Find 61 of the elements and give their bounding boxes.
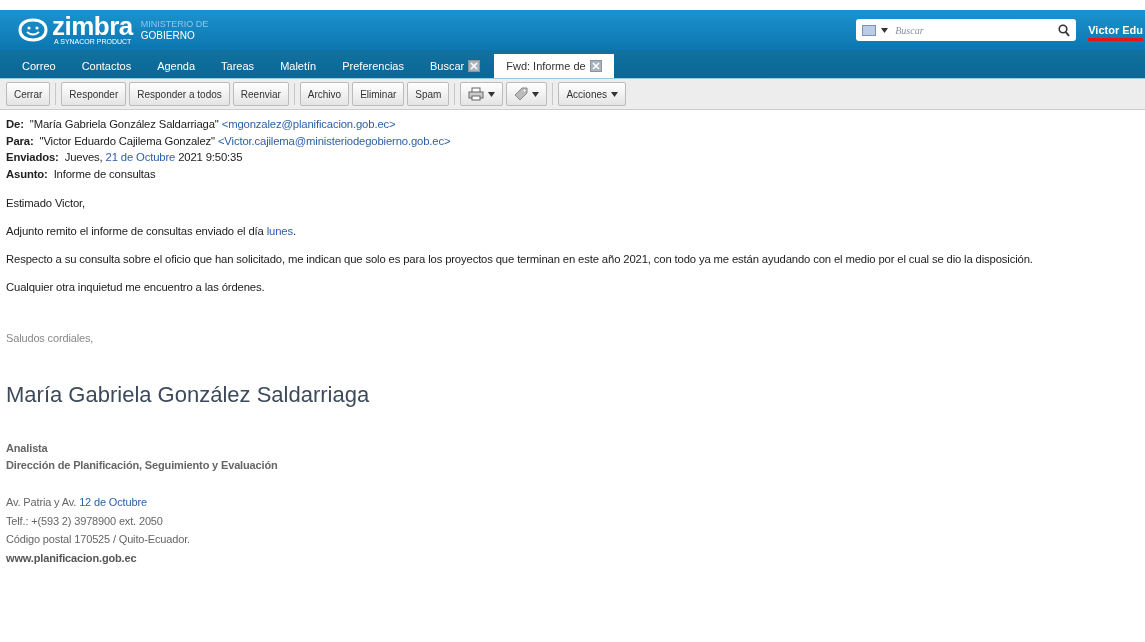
toolbar-button[interactable]: Responder	[61, 82, 127, 106]
close-icon[interactable]	[468, 60, 481, 72]
smiley-logo-icon	[18, 18, 48, 42]
close-icon[interactable]	[589, 60, 602, 72]
header-label: Para:	[6, 134, 34, 147]
dropdown-caret-icon	[881, 27, 889, 33]
toolbar-button[interactable]: Archivo	[299, 82, 350, 106]
app-tab[interactable]: Preferencias	[330, 54, 416, 78]
body-text: Cualquier otra inquietud me encuentro a las órdenes.	[6, 281, 265, 293]
website-link[interactable]: www.planificacion.gob.ec	[6, 548, 1141, 567]
user-name[interactable]: Victor Edu	[1088, 24, 1143, 41]
app-tab[interactable]: Contactos	[69, 54, 144, 78]
toolbar-button[interactable]: Responder a todos	[129, 82, 230, 106]
app-tab[interactable]: Correo	[10, 54, 68, 78]
address-link[interactable]: 12 de Octubre	[79, 496, 147, 508]
toolbar-button[interactable]: Spam	[407, 82, 450, 106]
app-tab[interactable]: Buscar	[417, 54, 493, 78]
search-field[interactable]: Buscar	[856, 19, 1077, 41]
app-tab[interactable]: Fwd: Informe de	[494, 54, 614, 78]
body-text: .	[292, 225, 296, 237]
header-value: Jueves,	[64, 151, 103, 163]
app-tab[interactable]: Tareas	[209, 54, 267, 78]
caret-icon	[488, 91, 496, 97]
tag-icon	[514, 87, 529, 101]
signature-title: Analista	[6, 442, 49, 454]
toolbar-button[interactable]: Eliminar	[352, 82, 405, 106]
body-link[interactable]: lunes	[266, 225, 293, 237]
organization-name: GOBIERNO	[140, 29, 196, 42]
body-text: Estimado Victor,	[6, 197, 86, 209]
header-link[interactable]: <Victor.cajilema@ministeriodegobierno.gob.ec>	[217, 134, 451, 147]
header-value: 2021 9:50:35	[178, 151, 243, 163]
caret-icon	[532, 91, 540, 97]
search-icon	[1058, 23, 1071, 37]
mail-type-icon	[862, 24, 877, 36]
address-text: Código postal 170525 / Quito-Ecuador.	[6, 533, 191, 545]
header-link[interactable]: <mgonzalez@planificacion.gob.ec>	[221, 118, 396, 130]
print-menu-button[interactable]	[460, 82, 504, 106]
address-text: Av. Patria y Av.	[6, 496, 77, 508]
body-text: Respecto a su consulta sobre el oficio que han solicitado, me indican que solo es para los proyectos que terminan en este año 2021, con todo ya me están ayudando con el medio por el cual se dio la disposición.	[6, 253, 1033, 265]
organization-label: MINISTERIO DE	[140, 18, 209, 30]
header-value: "Victor Eduardo Cajilema Gonzalez"	[39, 134, 215, 147]
actions-menu-button[interactable]: Acciones	[558, 82, 626, 106]
body-text: Adjunto remito el informe de consultas enviado el día	[6, 225, 264, 237]
tag-menu-button[interactable]	[506, 82, 548, 106]
header-label: De:	[6, 118, 24, 130]
app-tab[interactable]: Agenda	[145, 54, 208, 78]
app-tab[interactable]: Maletín	[268, 54, 329, 78]
header-link[interactable]: 21 de Octubre	[105, 151, 176, 163]
signature-department: Dirección de Planificación, Seguimiento y Evaluación	[6, 459, 279, 471]
header-value: "María Gabriela González Saldarriaga"	[29, 118, 219, 130]
caret-icon	[611, 91, 618, 97]
signature-greeting: Saludos cordiales,	[6, 332, 95, 344]
signature-name: María Gabriela González Saldarriaga	[6, 382, 371, 408]
header-label: Enviados:	[6, 151, 59, 163]
address-text: Telf.: +(593 2) 3978900 ext. 2050	[6, 514, 163, 527]
header-label: Asunto:	[6, 167, 48, 180]
logo-wordmark: zimbra	[52, 14, 133, 38]
header-value: Informe de consultas	[53, 167, 156, 180]
toolbar-button[interactable]: Reenviar	[232, 82, 289, 106]
toolbar-button[interactable]: Cerrar	[6, 82, 51, 106]
printer-icon	[468, 87, 485, 101]
